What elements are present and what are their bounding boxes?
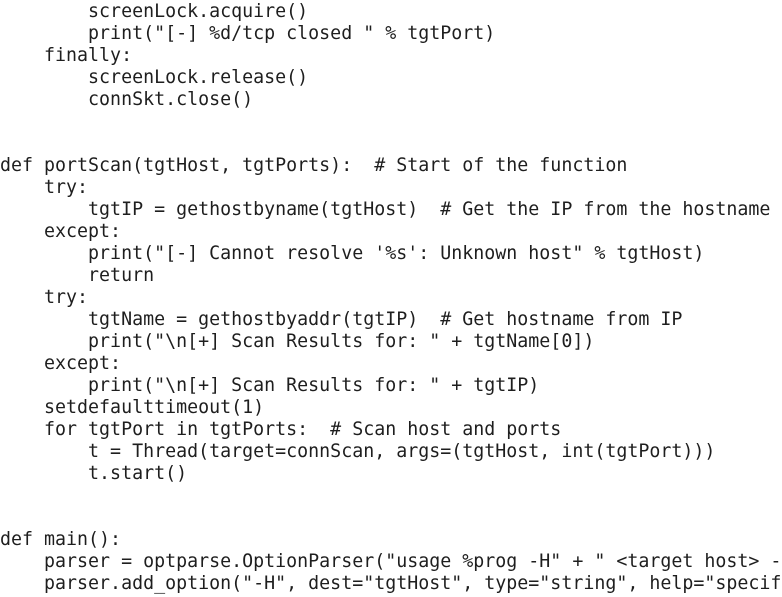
code-line: print("[-] Cannot resolve '%s': Unknown … xyxy=(0,243,705,264)
code-line: tgtName = gethostbyaddr(tgtIP) # Get hos… xyxy=(0,309,683,330)
code-line: print("[-] %d/tcp closed " % tgtPort) xyxy=(0,23,496,44)
code-line: except: xyxy=(0,353,122,374)
code-line: t = Thread(target=connScan, args=(tgtHos… xyxy=(0,441,716,462)
code-line: for tgtPort in tgtPorts: # Scan host and… xyxy=(0,419,562,440)
code-line: connSkt.close() xyxy=(0,89,254,110)
code-line: screenLock.release() xyxy=(0,67,309,88)
code-line: screenLock.acquire() xyxy=(0,1,309,22)
code-editor-view[interactable]: screenLock.acquire() print("[-] %d/tcp c… xyxy=(0,1,782,597)
code-line: print("\n[+] Scan Results for: " + tgtNa… xyxy=(0,331,595,352)
code-line: def main(): xyxy=(0,529,122,550)
code-line: return xyxy=(0,265,155,286)
code-line: finally: xyxy=(0,45,133,66)
code-line: try: xyxy=(0,177,89,198)
code-line: t.start() xyxy=(0,463,188,484)
code-line: def portScan(tgtHost, tgtPorts): # Start… xyxy=(0,155,628,176)
code-line: parser = optparse.OptionParser("usage %p… xyxy=(0,551,782,572)
code-line: print("\n[+] Scan Results for: " + tgtIP… xyxy=(0,375,540,396)
code-line: except: xyxy=(0,221,122,242)
code-line: tgtIP = gethostbyname(tgtHost) # Get the… xyxy=(0,199,771,220)
code-line: setdefaulttimeout(1) xyxy=(0,397,265,418)
code-line: parser.add_option("-H", dest="tgtHost", … xyxy=(0,573,782,594)
code-line: try: xyxy=(0,287,89,308)
